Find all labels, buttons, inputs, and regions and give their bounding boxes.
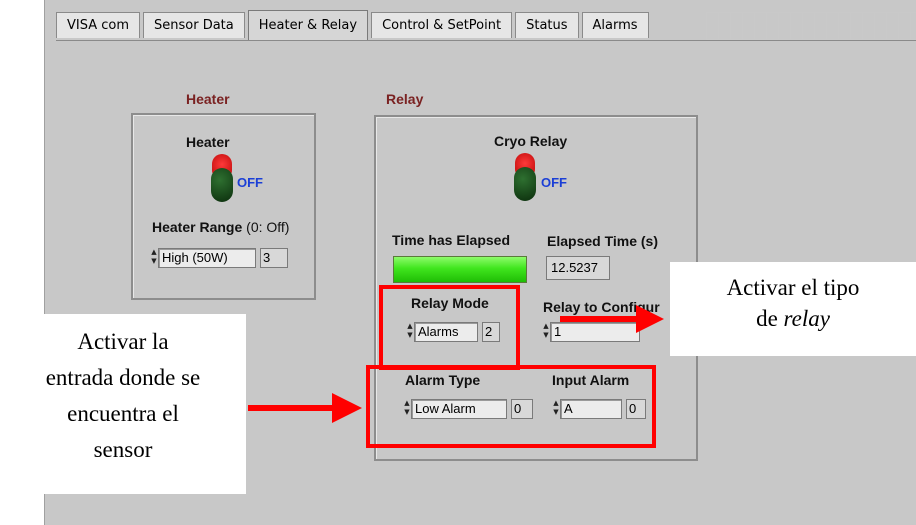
right-arrow-icon bbox=[560, 305, 664, 333]
annotation-arrows bbox=[248, 305, 664, 423]
left-arrow-icon bbox=[248, 393, 362, 423]
